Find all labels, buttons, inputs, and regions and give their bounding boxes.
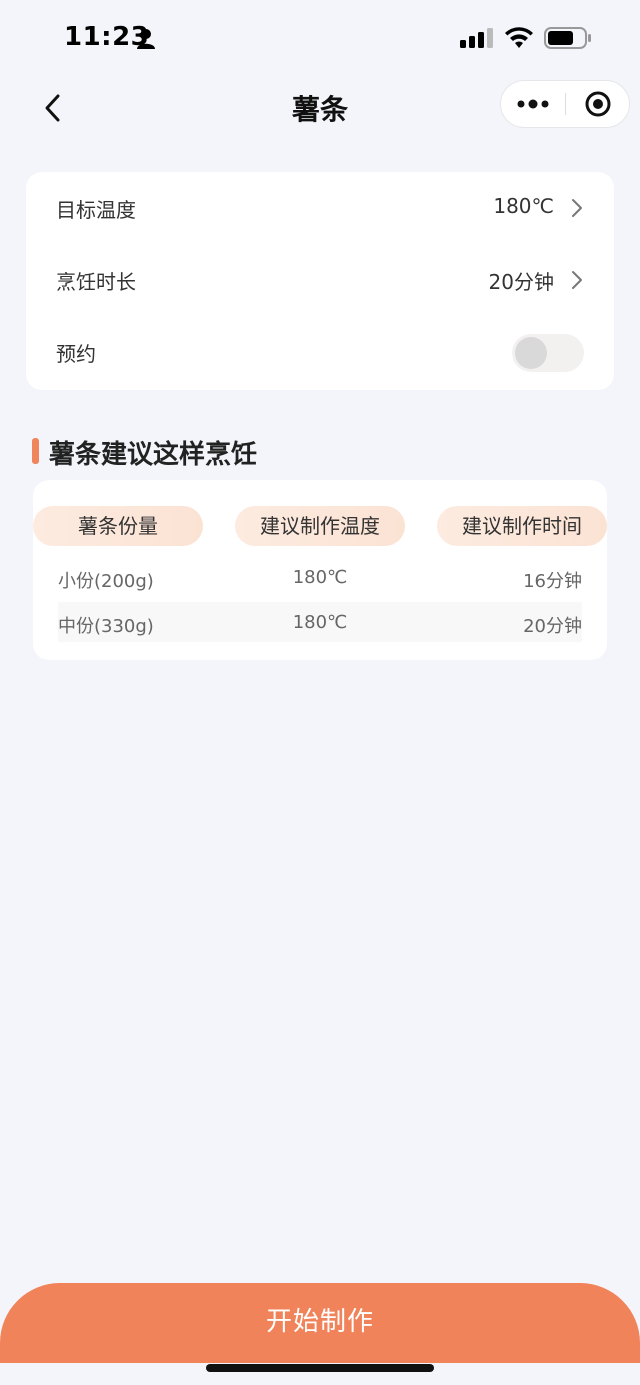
- start-cooking-button[interactable]: 开始制作: [0, 1283, 640, 1363]
- person-icon: [137, 29, 155, 49]
- temperature-cell: 180℃: [292, 612, 348, 633]
- time-cell: 16分钟: [523, 571, 582, 592]
- battery-icon: [544, 27, 591, 49]
- duration-label: 烹饪时长: [56, 270, 136, 294]
- table-row: 小份(200g) 180℃ 16分钟: [58, 557, 582, 597]
- temperature-value: 180℃: [493, 194, 554, 218]
- home-indicator: [206, 1364, 434, 1372]
- table-row: 中份(330g) 180℃ 20分钟: [58, 602, 582, 642]
- duration-row[interactable]: 烹饪时长 20分钟: [26, 244, 614, 316]
- temperature-cell: 180℃: [292, 567, 348, 588]
- header-portion: 薯条份量: [33, 506, 203, 546]
- more-dots-icon: [517, 99, 549, 109]
- suggestion-table: 薯条份量 建议制作温度 建议制作时间 小份(200g) 180℃ 16分钟 中份…: [33, 480, 607, 660]
- toggle-knob: [515, 337, 547, 369]
- more-button[interactable]: [501, 81, 565, 127]
- mini-program-capsule: [500, 80, 630, 128]
- reservation-toggle[interactable]: [512, 334, 584, 372]
- nav-bar: 薯条: [0, 76, 640, 140]
- header-time: 建议制作时间: [437, 506, 607, 546]
- target-circle-icon: [585, 91, 611, 117]
- time-cell: 20分钟: [523, 616, 582, 637]
- close-mini-program-button[interactable]: [566, 81, 630, 127]
- temperature-row[interactable]: 目标温度 180℃: [26, 172, 614, 244]
- temperature-label: 目标温度: [56, 198, 136, 222]
- wifi-icon: [505, 27, 533, 48]
- header-temperature: 建议制作温度: [235, 506, 405, 546]
- reservation-row: 预约: [26, 316, 614, 388]
- duration-value: 20分钟: [488, 270, 554, 294]
- status-bar: 11:23: [0, 0, 640, 76]
- cellular-signal-icon: [460, 28, 493, 48]
- chevron-right-icon: [572, 199, 582, 217]
- settings-card: 目标温度 180℃ 烹饪时长 20分钟 预约: [26, 172, 614, 390]
- section-accent-bar: [32, 438, 39, 464]
- reservation-label: 预约: [56, 342, 96, 366]
- chevron-right-icon: [572, 271, 582, 289]
- suggestion-title: 薯条建议这样烹饪: [49, 440, 258, 470]
